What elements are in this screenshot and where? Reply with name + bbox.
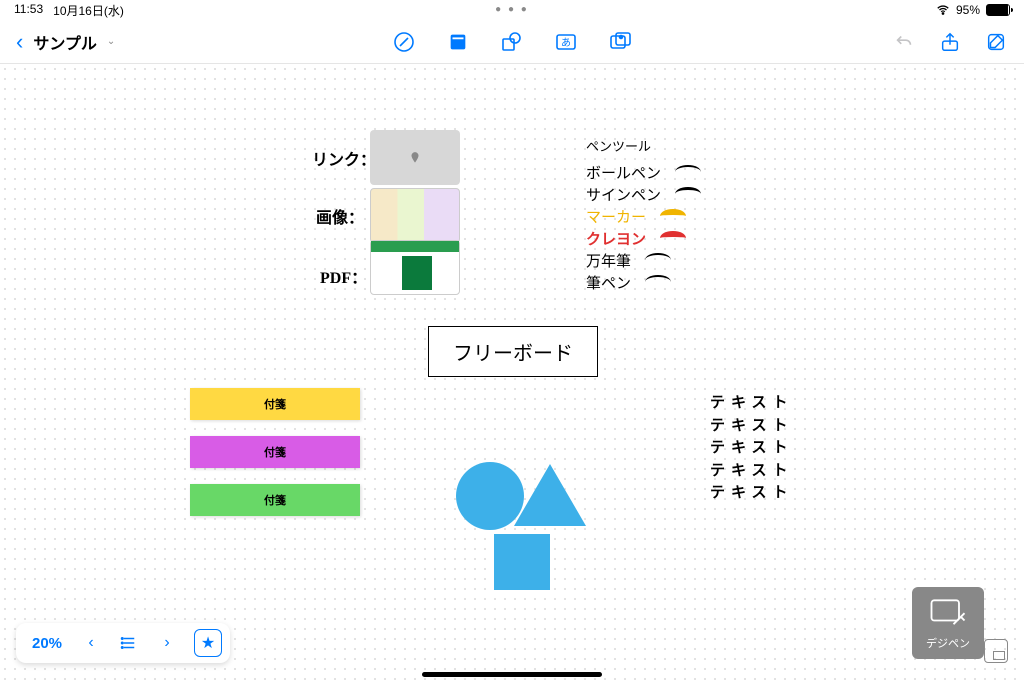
- home-indicator: [422, 672, 602, 677]
- watermark-label: デジペン: [926, 635, 970, 651]
- pen-item: クレヨン: [586, 227, 701, 249]
- shape-triangle[interactable]: [514, 464, 586, 526]
- watermark-badge: デジペン: [912, 587, 984, 659]
- shape-tool-button[interactable]: [500, 30, 524, 54]
- app-toolbar: ‹ サンプル ⌄ あ: [0, 20, 1024, 64]
- compose-button[interactable]: [984, 30, 1008, 54]
- battery-percent: 95%: [956, 3, 980, 17]
- share-button[interactable]: [938, 30, 962, 54]
- pen-list-title: ペンツール: [586, 136, 701, 155]
- canvas[interactable]: リンク： 画像： PDF： ペンツール ボールペン サインペン マーカー クレヨ…: [0, 64, 1024, 683]
- page-list-button[interactable]: [112, 629, 146, 657]
- media-tool-button[interactable]: [608, 30, 632, 54]
- multitask-dots-icon[interactable]: ● ● ●: [495, 4, 529, 15]
- sticky-note-yellow[interactable]: 付箋: [190, 388, 360, 420]
- text-tool-button[interactable]: あ: [554, 30, 578, 54]
- status-date: 10月16日(水): [53, 2, 124, 19]
- favorite-button[interactable]: ★: [194, 629, 222, 657]
- pen-item: 筆ペン: [586, 271, 701, 293]
- prev-page-button[interactable]: ‹: [74, 629, 108, 657]
- pen-tool-list: ペンツール ボールペン サインペン マーカー クレヨン 万年筆 筆ペン: [586, 136, 701, 293]
- pdf-thumbnail[interactable]: [370, 240, 460, 295]
- label-pdf: PDF：: [320, 264, 367, 288]
- sticky-tool-button[interactable]: [446, 30, 470, 54]
- bottom-navigator: 20% ‹ › ★: [16, 623, 230, 663]
- battery-icon: [986, 4, 1010, 16]
- back-button[interactable]: ‹: [16, 29, 23, 55]
- pen-item: マーカー: [586, 205, 701, 227]
- freeboard-box[interactable]: フリーボード: [428, 326, 598, 377]
- label-link: リンク：: [312, 146, 376, 170]
- wifi-icon: [936, 3, 950, 17]
- text-block[interactable]: テキスト テキスト テキスト テキスト テキスト: [710, 392, 794, 505]
- status-time: 11:53: [14, 2, 43, 19]
- sticky-note-pink[interactable]: 付箋: [190, 436, 360, 468]
- sticky-note-green[interactable]: 付箋: [190, 484, 360, 516]
- pen-item: サインペン: [586, 183, 701, 205]
- label-image: 画像：: [316, 204, 364, 228]
- status-bar: 11:53 10月16日(水) ● ● ● 95%: [0, 0, 1024, 20]
- image-thumbnail[interactable]: [370, 188, 460, 243]
- pen-item: ボールペン: [586, 161, 701, 183]
- pen-tool-button[interactable]: [392, 30, 416, 54]
- link-thumbnail[interactable]: [370, 130, 460, 185]
- board-title[interactable]: サンプル: [33, 30, 97, 54]
- svg-text:あ: あ: [561, 37, 571, 49]
- undo-button[interactable]: [892, 30, 916, 54]
- minimap-button[interactable]: [984, 639, 1008, 663]
- next-page-button[interactable]: ›: [150, 629, 184, 657]
- chevron-down-icon[interactable]: ⌄: [107, 36, 115, 47]
- pen-item: 万年筆: [586, 249, 701, 271]
- shape-square[interactable]: [494, 534, 550, 590]
- zoom-level[interactable]: 20%: [24, 635, 70, 652]
